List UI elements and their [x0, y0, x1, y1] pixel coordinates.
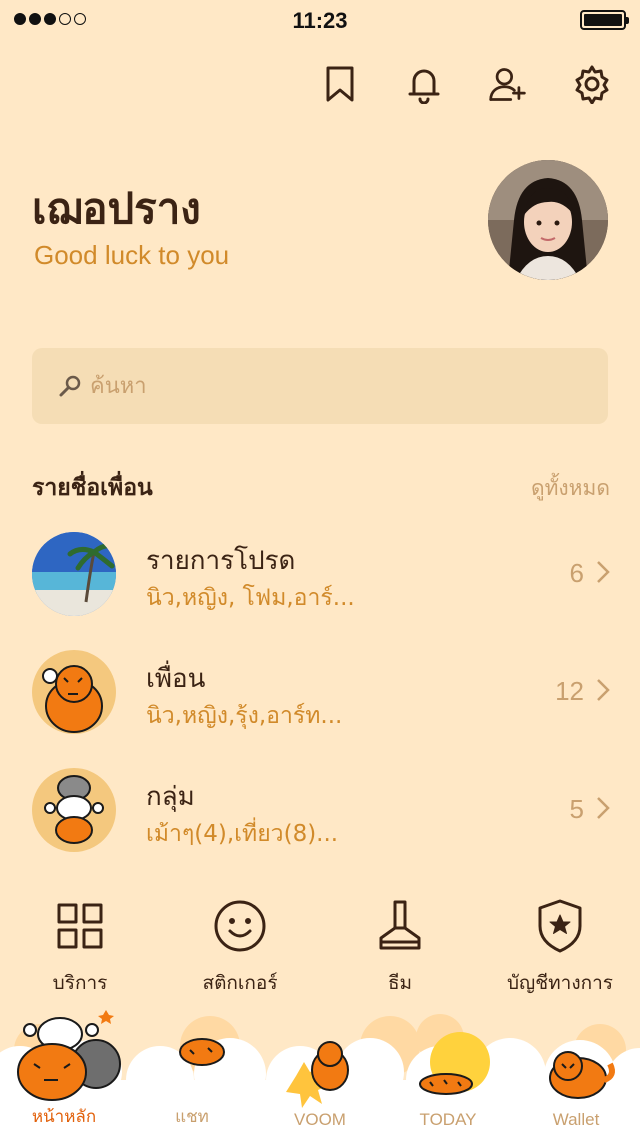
favorites-thumbnail [32, 532, 116, 616]
service-official-accounts[interactable]: บัญชีทางการ [480, 894, 640, 1004]
service-themes[interactable]: ธีม [320, 894, 480, 1004]
profile-status-message[interactable]: Good luck to you [34, 240, 229, 271]
tiger-home-icon [17, 1010, 121, 1101]
list-item-count: 12 [555, 676, 584, 706]
service-stickers[interactable]: สติกเกอร์ [160, 894, 320, 1004]
list-item-groups[interactable]: กลุ่ม เม้าๆ(4),เที่ยว(8)... 5 [0, 768, 640, 878]
grid-icon [0, 894, 160, 958]
bell-icon[interactable] [404, 62, 444, 106]
profile-avatar[interactable] [488, 160, 608, 280]
tiger-wallet-icon [549, 1051, 615, 1099]
service-label: บัญชีทางการ [507, 972, 613, 994]
status-time: 11:23 [292, 8, 348, 33]
search-icon [59, 375, 81, 397]
status-bar: 11:23 [0, 0, 640, 40]
list-item-friends[interactable]: เพื่อน นิว,หญิง,รุ้ง,อาร์ท... 12 [0, 650, 640, 760]
chevron-right-icon [597, 561, 610, 583]
tab-voom[interactable]: VOOM [256, 1010, 384, 1136]
tab-today[interactable]: TODAY [384, 1010, 512, 1136]
list-item-title: เพื่อน [146, 664, 206, 694]
tab-wallet[interactable]: Wallet [512, 1010, 640, 1136]
list-item-title: กลุ่ม [146, 782, 195, 812]
tab-label: หน้าหลัก [31, 1107, 97, 1126]
add-friend-icon[interactable] [488, 62, 528, 106]
service-label: บริการ [52, 972, 108, 994]
service-label: ธีม [387, 972, 413, 994]
top-action-bar [320, 62, 612, 106]
chevron-right-icon [597, 797, 610, 819]
service-label: สติกเกอร์ [202, 972, 278, 994]
smiley-icon [160, 894, 320, 958]
tab-chats[interactable]: แชท [128, 1010, 256, 1136]
list-item-count: 6 [569, 558, 584, 588]
friends-section-title: รายชื่อเพื่อน [32, 475, 153, 501]
tab-label: VOOM [294, 1110, 346, 1129]
tab-label: TODAY [419, 1110, 477, 1129]
tab-label: Wallet [552, 1110, 600, 1129]
service-services[interactable]: บริการ [0, 894, 160, 1004]
settings-icon[interactable] [572, 62, 612, 106]
tab-home[interactable]: หน้าหลัก [0, 1010, 128, 1136]
list-item-subtitle: เม้าๆ(4),เที่ยว(8)... [146, 821, 339, 847]
list-item-title: รายการโปรด [146, 546, 296, 576]
list-item-subtitle: นิว,หญิง,รุ้ง,อาร์ท... [146, 703, 343, 729]
tiger-voom-icon [286, 1041, 349, 1108]
search-bar[interactable] [32, 348, 608, 424]
list-item-subtitle: นิว,หญิง, โฟม,อาร์... [146, 585, 355, 611]
shield-star-icon [480, 894, 640, 958]
friends-thumbnail [32, 650, 116, 734]
bookmark-icon[interactable] [320, 62, 360, 106]
groups-thumbnail [32, 768, 116, 852]
moon-tiger-icon [165, 1028, 232, 1097]
view-all-link[interactable]: ดูทั้งหมด [531, 472, 610, 505]
chevron-right-icon [597, 679, 610, 701]
profile-name[interactable]: เฌอปราง [32, 176, 201, 242]
list-item-favorites[interactable]: รายการโปรด นิว,หญิง, โฟม,อาร์... 6 [0, 532, 640, 642]
services-bar: บริการ สติกเกอร์ ธีม บัญชีทางการ [0, 894, 640, 1004]
search-input[interactable] [90, 366, 570, 406]
list-item-count: 5 [569, 794, 584, 824]
battery-icon [580, 10, 629, 30]
tab-label: แชท [175, 1107, 209, 1126]
sun-tiger-icon [419, 1032, 490, 1095]
brush-icon [320, 894, 480, 958]
bottom-tab-bar: หน้าหลัก แชท VOOM TODAY Wallet [0, 1010, 640, 1136]
